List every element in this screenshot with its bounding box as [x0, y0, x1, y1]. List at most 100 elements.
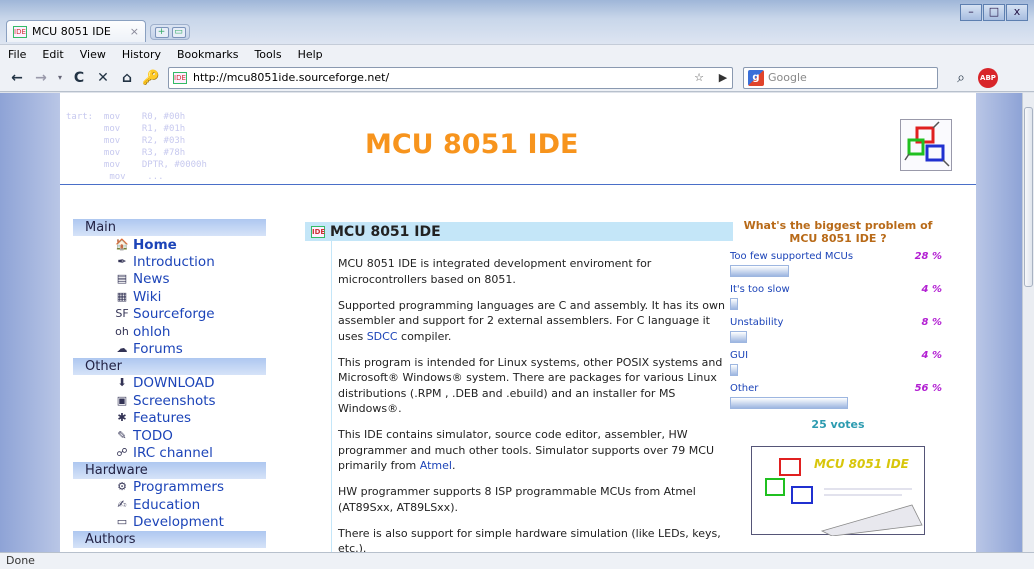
download-icon: ⬇: [117, 376, 127, 390]
poll-option[interactable]: Other 56 %: [730, 383, 946, 410]
sidebar-item-label: News: [133, 271, 170, 288]
menu-history[interactable]: History: [122, 48, 161, 61]
page-viewport: tart: mov R0, #00h mov R1, #01h mov R2, …: [0, 93, 1022, 552]
promo-title: MCU 8051 IDE: [814, 457, 909, 471]
maximize-button[interactable]: □: [983, 4, 1005, 21]
search-icon[interactable]: ⌕: [950, 67, 972, 89]
sidebar-item-label: Development: [133, 514, 224, 531]
sidebar-item-programmers[interactable]: ⚙ Programmers: [73, 479, 266, 496]
sidebar-item-label: Sourceforge: [133, 306, 215, 323]
sidebar-item-label: Wiki: [133, 288, 162, 305]
poll-option-label[interactable]: It's too slow: [730, 284, 946, 295]
sidebar-item-label: Forums: [133, 341, 183, 358]
sidebar-item-label: IRC channel: [133, 444, 213, 461]
content-paragraph: MCU 8051 IDE is integrated development e…: [338, 256, 731, 287]
menu-bookmarks[interactable]: Bookmarks: [177, 48, 238, 61]
development-icon: ▭: [116, 515, 128, 529]
sidebar-item-label: Introduction: [133, 254, 215, 271]
menu-tools[interactable]: Tools: [254, 48, 281, 61]
tab-close-icon[interactable]: ×: [130, 25, 139, 38]
poll-bar-track: [730, 364, 942, 376]
sidebar-item-label: Education: [133, 496, 201, 513]
home-button[interactable]: ⌂: [116, 67, 138, 89]
paragraph-text: This IDE contains simulator, source code…: [338, 428, 714, 472]
sidebar-section-hardware: Hardware: [73, 461, 266, 479]
search-box[interactable]: g Google: [743, 66, 938, 89]
site-title: MCU 8051 IDE: [365, 129, 579, 160]
menu-file[interactable]: File: [8, 48, 26, 61]
sidebar-section-authors: Authors: [73, 530, 266, 548]
poll-votes[interactable]: 25 votes: [730, 418, 946, 431]
reload-button[interactable]: C: [68, 67, 90, 89]
sidebar-item-sourceforge[interactable]: SF Sourceforge: [73, 306, 266, 323]
sidebar-item-ohloh[interactable]: oh ohloh: [73, 323, 266, 340]
sidebar-item-features[interactable]: ✱ Features: [73, 410, 266, 427]
sidebar-item-download[interactable]: ⬇ DOWNLOAD: [73, 375, 266, 392]
menu-bar: File Edit View History Bookmarks Tools H…: [0, 44, 1034, 64]
bookmark-star-icon[interactable]: ☆: [690, 71, 708, 84]
minimize-button[interactable]: –: [960, 4, 982, 21]
sidebar-item-introduction[interactable]: ✒ Introduction: [73, 253, 266, 270]
sidebar-item-home[interactable]: 🏠 Home: [73, 236, 266, 253]
poll-bar: [730, 265, 789, 277]
sidebar-item-forums[interactable]: ☁ Forums: [73, 340, 266, 357]
menu-view[interactable]: View: [80, 48, 106, 61]
window-controls: – □ x: [960, 4, 1028, 21]
sidebar-item-news[interactable]: ▤ News: [73, 271, 266, 288]
paragraph-text: MCU 8051 IDE is integrated development e…: [338, 257, 652, 286]
content-paragraph: This program is intended for Linux syste…: [338, 355, 731, 417]
poll-bar-track: [730, 397, 942, 409]
sidebar-item-education[interactable]: ✍ Education: [73, 496, 266, 513]
poll-option-percent: 56 %: [914, 383, 942, 394]
adblock-icon[interactable]: ABP: [978, 67, 998, 88]
stop-button[interactable]: ✕: [92, 67, 114, 89]
content-paragraph: This IDE contains simulator, source code…: [338, 427, 731, 474]
poll-option-percent: 4 %: [921, 284, 942, 295]
poll-option[interactable]: It's too slow 4 %: [730, 284, 946, 311]
sidebar-item-label: ohloh: [133, 323, 171, 340]
menu-help[interactable]: Help: [298, 48, 323, 61]
tab-list-icon: ▭: [171, 26, 186, 38]
poll-widget: What's the biggest problem of MCU 8051 I…: [730, 219, 946, 536]
sidebar-item-todo[interactable]: ✎ TODO: [73, 427, 266, 444]
poll-option[interactable]: Too few supported MCUs 28 %: [730, 251, 946, 278]
sidebar-item-irc-channel[interactable]: ☍ IRC channel: [73, 444, 266, 461]
forums-icon: ☁: [116, 342, 128, 356]
main-heading-bar: IDE MCU 8051 IDE: [305, 222, 733, 241]
back-button[interactable]: ←: [6, 67, 28, 89]
sourceforge-icon: SF: [115, 307, 129, 321]
search-input[interactable]: Google: [768, 71, 807, 84]
navigation-toolbar: ← → ▾ C ✕ ⌂ 🔑 IDE http://mcu8051ide.sour…: [0, 64, 1034, 92]
gear-icon: ✱: [117, 411, 127, 425]
tab-mcu8051ide[interactable]: IDE MCU 8051 IDE ×: [6, 20, 146, 42]
menu-edit[interactable]: Edit: [42, 48, 63, 61]
promo-banner[interactable]: MCU 8051 IDE: [751, 446, 925, 536]
sidebar-item-development[interactable]: ▭ Development: [73, 513, 266, 530]
poll-option-label[interactable]: Unstability: [730, 317, 946, 328]
poll-option[interactable]: GUI 4 %: [730, 350, 946, 377]
pen-icon: ✒: [117, 255, 127, 269]
poll-option-label[interactable]: GUI: [730, 350, 946, 361]
google-engine-icon[interactable]: g: [748, 69, 764, 86]
header-code-background: tart: mov R0, #00h mov R1, #01h mov R2, …: [66, 112, 207, 182]
key-icon[interactable]: 🔑: [140, 67, 162, 89]
address-bar[interactable]: IDE http://mcu8051ide.sourceforge.net/ ☆…: [168, 66, 733, 89]
sidebar-item-wiki[interactable]: ▦ Wiki: [73, 288, 266, 305]
go-arrow-icon[interactable]: ▶: [714, 71, 732, 84]
paragraph-text: There is also support for simple hardwar…: [338, 526, 721, 553]
history-dropdown-icon[interactable]: ▾: [54, 67, 66, 89]
chip-icon: ⚙: [117, 480, 127, 494]
new-tab-button[interactable]: + ▭: [150, 24, 190, 40]
sidebar-item-screenshots[interactable]: ▣ Screenshots: [73, 392, 266, 409]
forward-button[interactable]: →: [30, 67, 52, 89]
new-tab-plus-icon: +: [154, 26, 169, 38]
link-atmel[interactable]: Atmel: [420, 459, 452, 472]
vertical-scrollbar[interactable]: [1022, 93, 1034, 552]
poll-option[interactable]: Unstability 8 %: [730, 317, 946, 344]
tab-title: MCU 8051 IDE: [32, 25, 111, 38]
link-sdcc[interactable]: SDCC: [367, 330, 398, 343]
url-input[interactable]: http://mcu8051ide.sourceforge.net/: [193, 71, 684, 84]
close-window-button[interactable]: x: [1006, 4, 1028, 21]
scrollbar-thumb[interactable]: [1024, 107, 1033, 287]
sidebar-nav: Main 🏠 Home ✒ Introduction ▤ News ▦ Wiki SF Source…: [73, 219, 266, 548]
